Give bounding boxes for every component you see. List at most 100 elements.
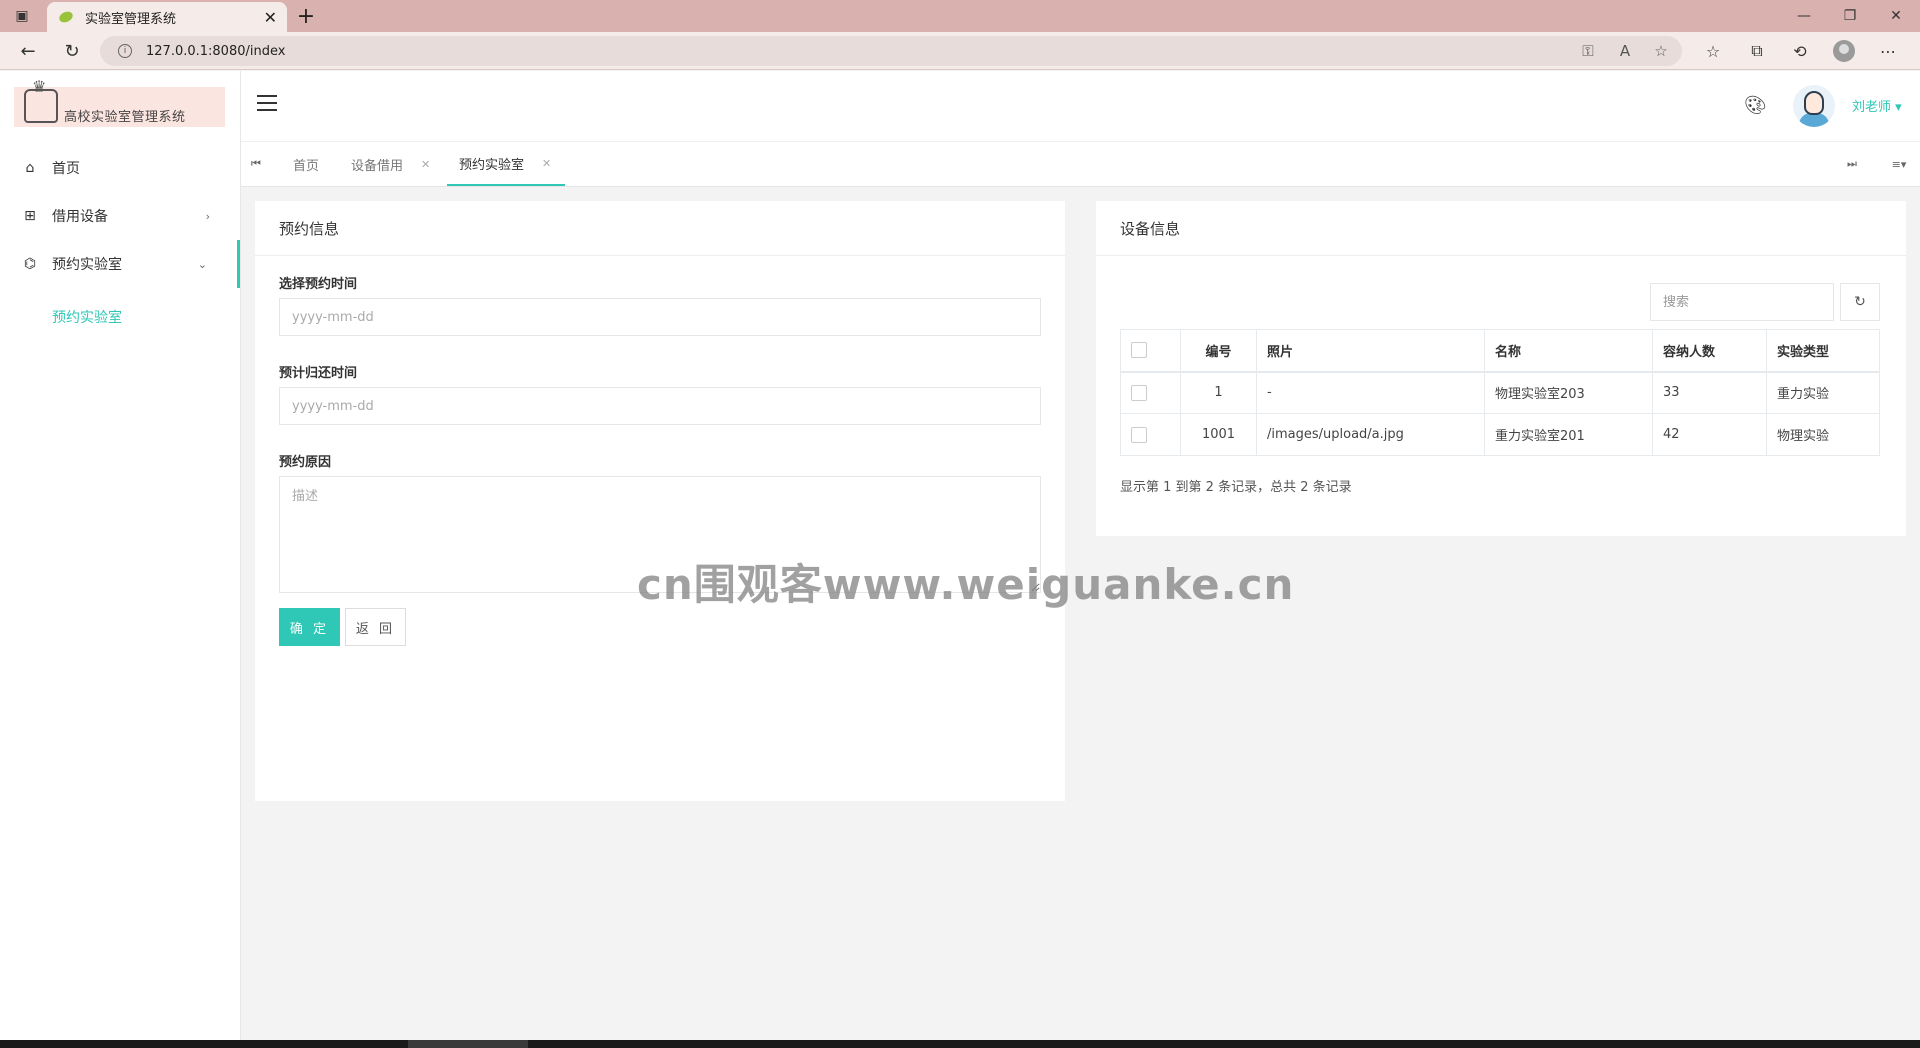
- column-header-capacity[interactable]: 容纳人数: [1652, 329, 1767, 373]
- logo-text: 高校实验室管理系统: [64, 110, 186, 125]
- equipment-info-card: 设备信息 ↻ 编号 照片 名称 容纳人数 实验类型: [1096, 201, 1906, 536]
- table-header-row: 编号 照片 名称 容纳人数 实验类型: [1120, 329, 1880, 373]
- cell-id: 1: [1180, 371, 1257, 414]
- browser-tab[interactable]: 实验室管理系统 ✕: [47, 2, 287, 32]
- cell-photo: /images/upload/a.jpg: [1256, 413, 1485, 456]
- sidebar: 高校实验室管理系统 ⌂ 首页 ⊞ 借用设备 › ⌬ 预约实验室 ⌄ 预约实验室: [0, 71, 241, 1040]
- tabs-menu-icon[interactable]: ≡▾: [1881, 142, 1917, 186]
- user-name: 刘老师: [1852, 100, 1892, 115]
- collections-icon[interactable]: ⧉: [1737, 32, 1777, 70]
- favorites-icon[interactable]: ☆: [1693, 32, 1733, 70]
- return-date-input[interactable]: [279, 387, 1041, 425]
- browser-tab-bar: ▣ 实验室管理系统 ✕ + — ❐ ✕: [0, 0, 1920, 32]
- sidebar-item-reserve-lab[interactable]: ⌬ 预约实验室 ⌄: [0, 240, 240, 288]
- sidebar-item-label: 预约实验室: [52, 257, 122, 273]
- tab-label: 预约实验室: [459, 157, 525, 173]
- card-title: 设备信息: [1096, 201, 1906, 256]
- chevron-down-icon: ⌄: [197, 257, 207, 271]
- cell-name: 物理实验室203: [1484, 371, 1653, 414]
- table-row[interactable]: 1 - 物理实验室203 33 重力实验: [1120, 371, 1880, 414]
- more-options-icon[interactable]: ⋯: [1868, 32, 1908, 70]
- sidebar-item-borrow-device[interactable]: ⊞ 借用设备 ›: [0, 192, 240, 240]
- restore-icon[interactable]: ❐: [1828, 0, 1872, 32]
- tabs-scroll-left-icon[interactable]: ⏮: [241, 142, 271, 186]
- cell-photo: -: [1256, 371, 1485, 414]
- card-title: 预约信息: [255, 201, 1065, 256]
- column-header-type[interactable]: 实验类型: [1766, 329, 1880, 373]
- sidebar-subitem-reserve-lab[interactable]: 预约实验室: [52, 307, 122, 327]
- back-arrow-icon[interactable]: ←: [10, 32, 46, 70]
- cell-capacity: 33: [1652, 371, 1767, 414]
- browser-tab-title: 实验室管理系统: [85, 11, 177, 27]
- tab-actions-icon[interactable]: ▣: [0, 0, 44, 32]
- avatar[interactable]: [1793, 85, 1835, 127]
- page-tabs-bar: ⏮ 首页 设备借用 ✕ 预约实验室 ✕ ⏭ ≡▾: [241, 141, 1920, 187]
- history-icon[interactable]: ⟲: [1780, 32, 1820, 70]
- column-header-name[interactable]: 名称: [1484, 329, 1653, 373]
- tab-label: 首页: [293, 158, 320, 174]
- tab-reserve-lab[interactable]: 预约实验室 ✕: [447, 142, 566, 186]
- confirm-button[interactable]: 确 定: [279, 608, 340, 646]
- tab-home[interactable]: 首页: [293, 142, 319, 186]
- logo[interactable]: 高校实验室管理系统: [14, 77, 225, 127]
- close-tab-icon[interactable]: ✕: [264, 8, 277, 27]
- cell-type: 物理实验: [1766, 413, 1880, 456]
- new-tab-icon[interactable]: +: [292, 0, 320, 32]
- logo-cat-icon: [24, 77, 58, 123]
- window-close-icon[interactable]: ✕: [1874, 0, 1918, 32]
- pagination-info: 显示第 1 到第 2 条记录，总共 2 条记录: [1120, 480, 1352, 495]
- profile-icon[interactable]: [1824, 32, 1864, 70]
- minimize-icon[interactable]: —: [1782, 0, 1826, 32]
- select-all-checkbox-cell: [1120, 329, 1181, 373]
- add-favorite-icon[interactable]: ☆: [1646, 36, 1676, 66]
- start-date-input[interactable]: [279, 298, 1041, 336]
- url-text: 127.0.0.1:8080/index: [146, 43, 286, 59]
- select-all-checkbox[interactable]: [1131, 342, 1147, 359]
- column-header-id[interactable]: 编号: [1180, 329, 1257, 373]
- tab-device-borrow[interactable]: 设备借用 ✕: [351, 142, 430, 186]
- reload-icon[interactable]: ↻: [54, 32, 90, 70]
- close-tab-icon[interactable]: ✕: [542, 157, 551, 170]
- back-button[interactable]: 返 回: [345, 608, 406, 646]
- cell-type: 重力实验: [1766, 371, 1880, 414]
- refresh-icon[interactable]: ↻: [1840, 283, 1880, 321]
- address-bar[interactable]: i 127.0.0.1:8080/index ⚿ A ☆: [100, 36, 1682, 66]
- key-icon[interactable]: ⚿: [1573, 36, 1603, 66]
- row-checkbox[interactable]: [1131, 426, 1147, 443]
- watermark: cn围观客www.weiguanke.cn: [637, 560, 1295, 609]
- search-input[interactable]: [1650, 283, 1834, 321]
- read-aloud-icon[interactable]: A: [1610, 36, 1640, 66]
- leaf-favicon-icon: [57, 9, 75, 25]
- os-taskbar: [0, 1040, 1920, 1048]
- tabs-scroll-right-icon[interactable]: ⏭: [1837, 142, 1867, 186]
- lab-icon: ⌬: [23, 256, 37, 272]
- sidebar-item-label: 借用设备: [52, 209, 108, 225]
- sidebar-item-label: 首页: [52, 161, 80, 177]
- return-time-label: 预计归还时间: [279, 366, 358, 381]
- chevron-right-icon: ›: [205, 209, 210, 223]
- palette-icon[interactable]: 🎨︎: [1744, 95, 1767, 116]
- table-row[interactable]: 1001 /images/upload/a.jpg 重力实验室201 42 物理…: [1120, 413, 1880, 456]
- equipment-table: 编号 照片 名称 容纳人数 实验类型 1 - 物理实验室203 33 重力实验: [1120, 329, 1880, 456]
- taskbar-item[interactable]: [408, 1040, 528, 1048]
- app-container: 高校实验室管理系统 ⌂ 首页 ⊞ 借用设备 › ⌬ 预约实验室 ⌄ 预约实验室 …: [0, 71, 1920, 1040]
- reservation-form-card: 预约信息 选择预约时间 预计归还时间 预约原因 确 定 返 回: [255, 201, 1065, 801]
- row-checkbox[interactable]: [1131, 384, 1147, 401]
- close-tab-icon[interactable]: ✕: [421, 158, 430, 171]
- user-menu[interactable]: 刘老师 ▾: [1852, 96, 1902, 115]
- cell-id: 1001: [1180, 413, 1257, 456]
- cell-name: 重力实验室201: [1484, 413, 1653, 456]
- menu-toggle-icon[interactable]: [257, 95, 277, 111]
- reason-label: 预约原因: [279, 455, 332, 470]
- top-header: 🎨︎ 刘老师 ▾: [241, 71, 1920, 141]
- sidebar-item-home[interactable]: ⌂ 首页: [0, 144, 240, 192]
- column-header-photo[interactable]: 照片: [1256, 329, 1485, 373]
- row-checkbox-cell: [1120, 413, 1181, 456]
- cell-capacity: 42: [1652, 413, 1767, 456]
- site-info-icon[interactable]: i: [118, 44, 132, 58]
- device-icon: ⊞: [24, 208, 36, 224]
- tab-label: 设备借用: [351, 158, 404, 174]
- home-icon: ⌂: [25, 160, 35, 176]
- start-time-label: 选择预约时间: [279, 277, 358, 292]
- browser-toolbar: ← ↻ i 127.0.0.1:8080/index ⚿ A ☆ ☆ ⧉ ⟲ ⋯: [0, 32, 1920, 70]
